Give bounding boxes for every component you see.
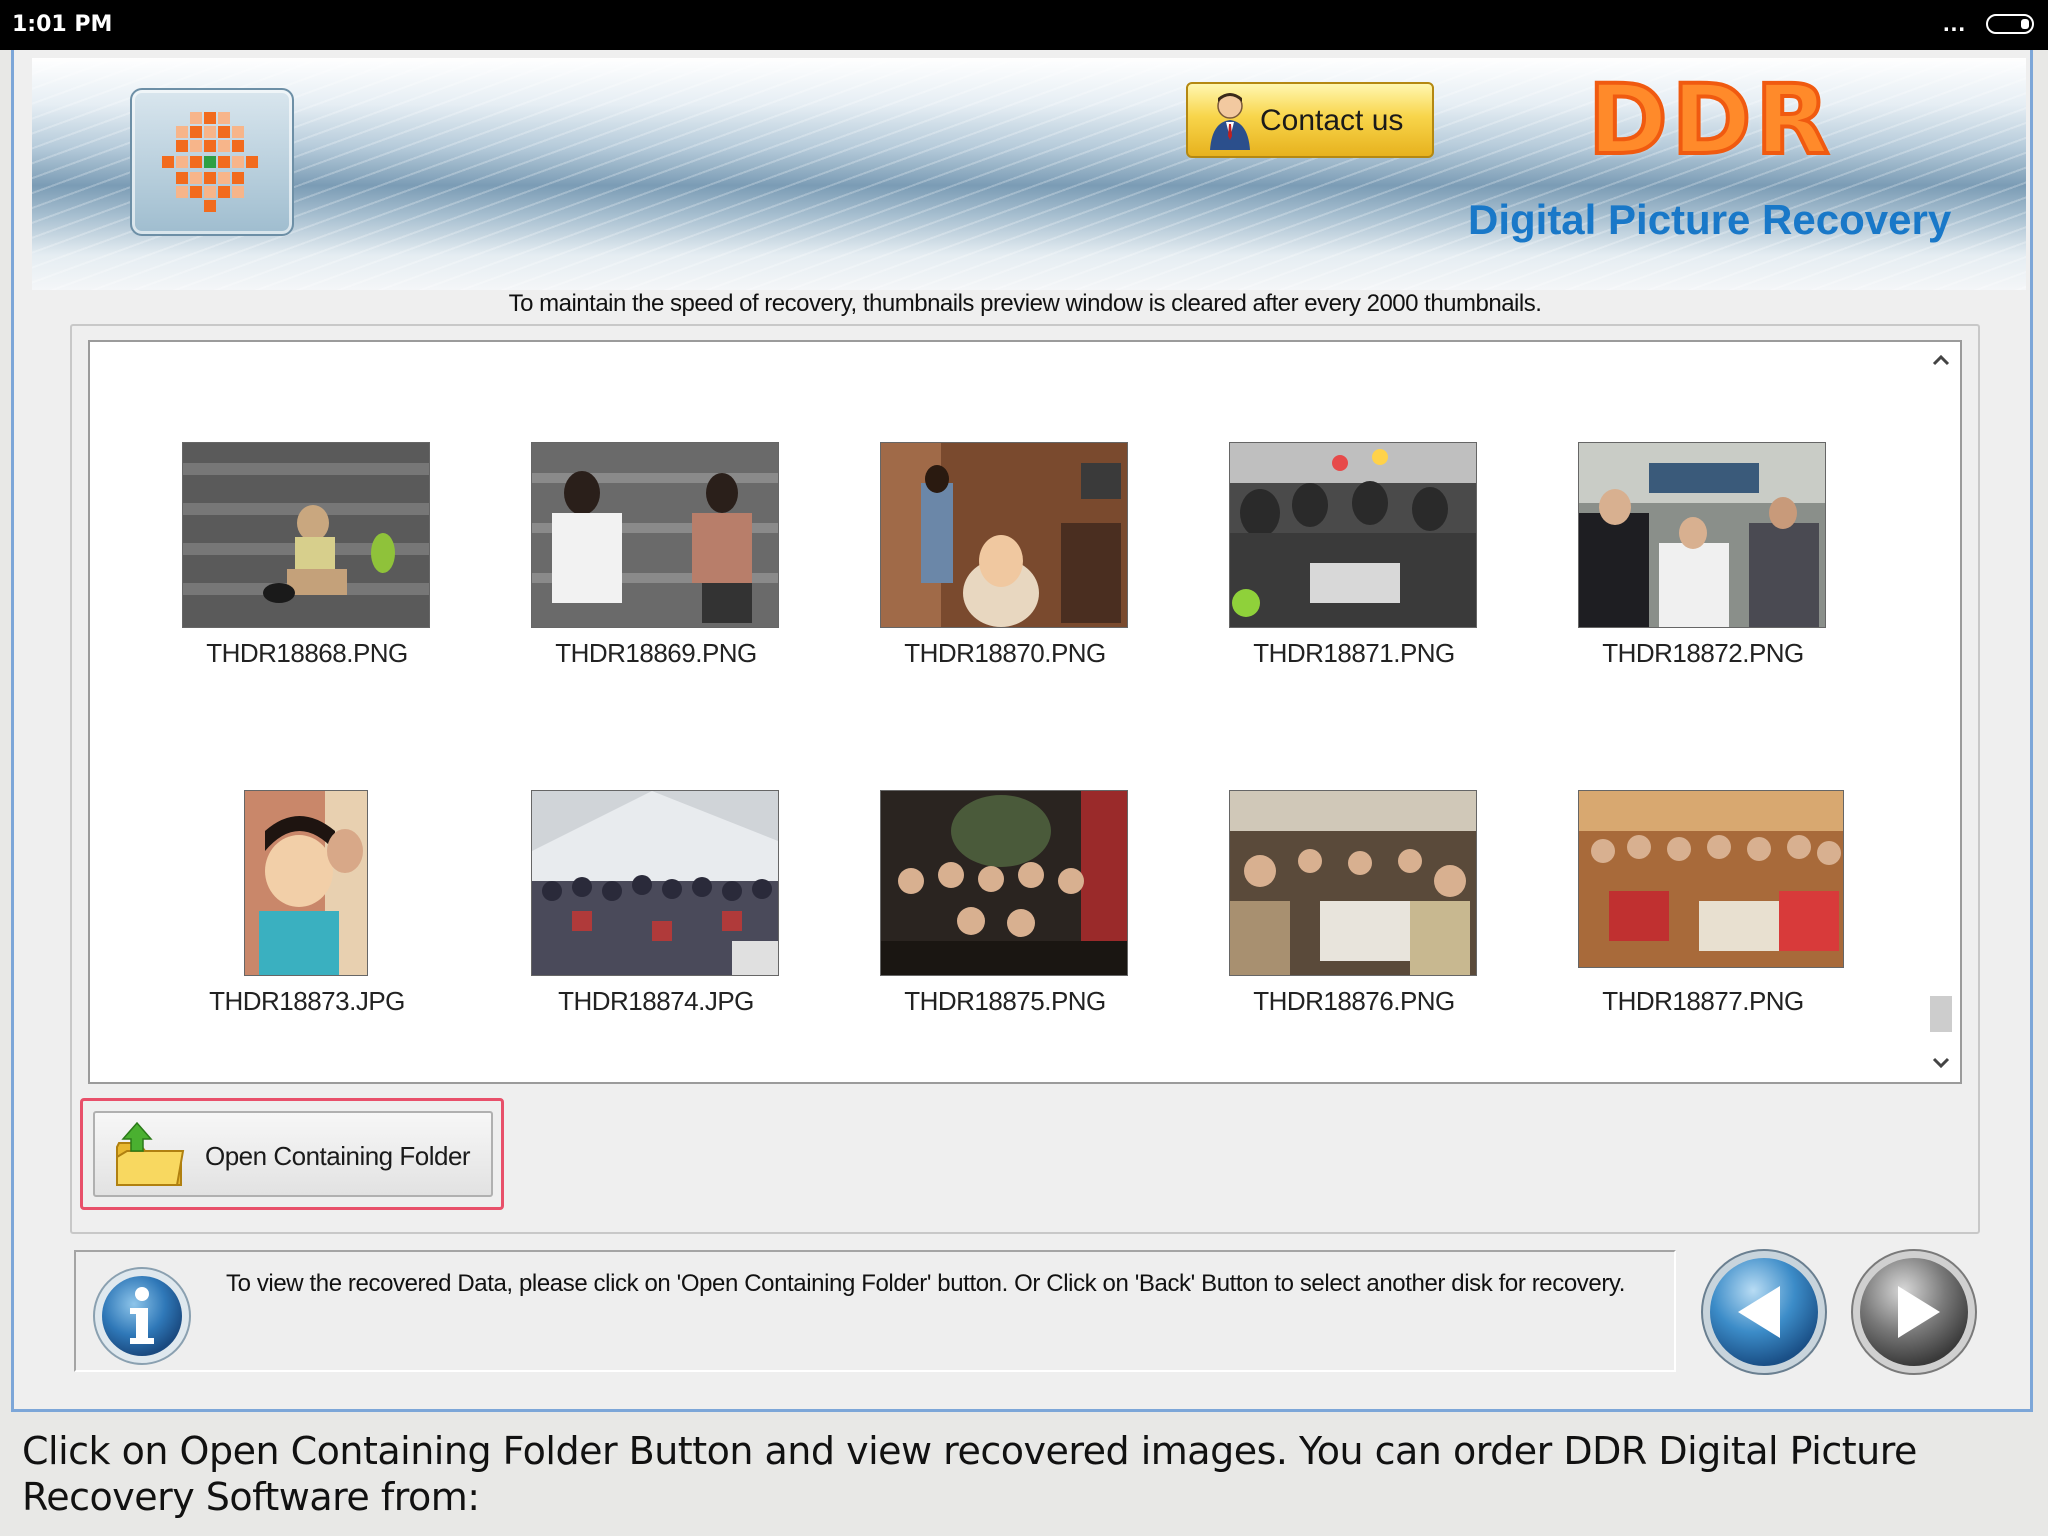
thumbnail-filename: THDR18873.JPG	[209, 986, 405, 1016]
back-button[interactable]	[1698, 1246, 1830, 1378]
preview-panel: THDR18868.PNG THDR18869.PNG THDR18870.PN…	[70, 324, 1980, 1234]
thumbnail-filename: THDR18874.JPG	[558, 986, 754, 1016]
status-bar: 1:01 PM ...	[0, 0, 2048, 50]
thumbnail-filename: THDR18871.PNG	[1253, 638, 1455, 668]
thumbnail-filename: THDR18877.PNG	[1602, 986, 1804, 1016]
next-button[interactable]	[1848, 1246, 1980, 1378]
scroll-up-icon[interactable]	[1926, 344, 1956, 378]
app-logo	[130, 88, 294, 236]
thumbnail-notice: To maintain the speed of recovery, thumb…	[508, 290, 1542, 317]
thumbnail-grid: THDR18868.PNG THDR18869.PNG THDR18870.PN…	[88, 340, 1962, 1084]
thumbnail-image	[880, 790, 1128, 976]
thumbnail-filename: THDR18870.PNG	[904, 638, 1106, 668]
person-icon	[1210, 93, 1250, 150]
app-subtitle: Digital Picture Recovery	[1468, 196, 1952, 243]
thumbnail-filename: THDR18876.PNG	[1253, 986, 1455, 1016]
info-message: To view the recovered Data, please click…	[226, 1270, 1626, 1297]
open-folder-highlight: Open Containing Folder	[80, 1098, 504, 1210]
thumbnail-image	[531, 442, 779, 628]
app-window: Contact us DDR Digital Picture Recovery …	[11, 50, 2033, 1412]
info-icon	[93, 1267, 191, 1365]
contact-us-label: Contact us	[1260, 104, 1404, 137]
app-banner: Contact us DDR Digital Picture Recovery	[32, 58, 2026, 290]
thumbnail-image	[1229, 790, 1477, 976]
scrollbar-thumb[interactable]	[1930, 996, 1952, 1032]
thumbnail-scrollbar[interactable]	[1926, 344, 1956, 1080]
status-time: 1:01 PM	[12, 12, 113, 37]
tutorial-caption: Click on Open Containing Folder Button a…	[22, 1429, 1917, 1519]
brand-title: DDR	[1586, 62, 1834, 178]
thumbnail-filename: THDR18868.PNG	[206, 638, 408, 668]
open-containing-folder-button[interactable]: Open Containing Folder	[93, 1111, 493, 1197]
open-folder-label: Open Containing Folder	[205, 1141, 471, 1171]
thumbnail-filename: THDR18875.PNG	[904, 986, 1106, 1016]
thumbnail-image	[880, 442, 1128, 628]
thumbnail-filename: THDR18872.PNG	[1602, 638, 1804, 668]
battery-icon	[1986, 14, 2034, 34]
scroll-down-icon[interactable]	[1926, 1046, 1956, 1080]
info-panel: To view the recovered Data, please click…	[74, 1250, 1676, 1372]
more-icon[interactable]: ...	[1943, 10, 1966, 38]
contact-us-button[interactable]: Contact us	[1186, 82, 1434, 158]
thumbnail-image	[182, 442, 430, 628]
folder-upload-icon	[116, 1121, 185, 1186]
thumbnail-image	[1229, 442, 1477, 628]
thumbnail-image	[244, 790, 368, 976]
thumbnail-filename: THDR18869.PNG	[555, 638, 757, 668]
thumbnail-image	[1578, 790, 1844, 968]
checker-logo-icon	[162, 112, 258, 212]
thumbnail-image	[531, 790, 779, 976]
thumbnail-image	[1578, 442, 1826, 628]
